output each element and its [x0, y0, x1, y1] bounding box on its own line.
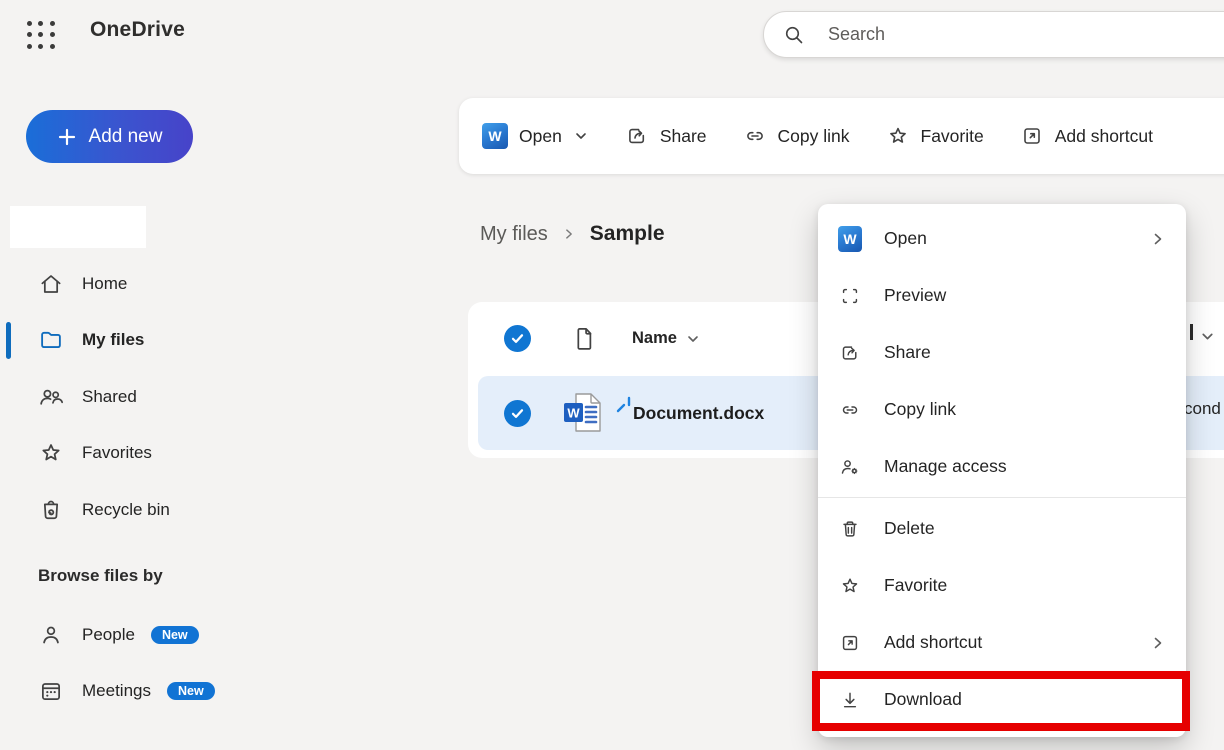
browse-files-by-heading: Browse files by: [38, 566, 163, 586]
clipped-modified-cell-fragment: cond: [1184, 399, 1221, 419]
sidebar-item-favorites[interactable]: Favorites: [0, 431, 240, 475]
word-document-icon: W: [561, 390, 607, 436]
person-icon: [38, 622, 64, 648]
share-icon: [625, 124, 649, 148]
onedrive-app-window: OneDrive Search Add new Home My files: [0, 0, 1224, 750]
add-shortcut-icon: [1020, 124, 1044, 148]
menu-item-label: Add shortcut: [884, 632, 982, 653]
delete-icon: [838, 517, 862, 541]
sidebar-item-my-files[interactable]: My files: [0, 318, 240, 362]
plus-icon: [57, 127, 77, 147]
row-selected-checkbox[interactable]: [504, 400, 531, 427]
toolbar-favorite-button[interactable]: Favorite: [886, 124, 984, 148]
context-menu-delete[interactable]: Delete: [818, 500, 1186, 557]
app-launcher-waffle-icon[interactable]: [22, 16, 60, 54]
context-menu-preview[interactable]: Preview: [818, 267, 1186, 324]
breadcrumb: My files Sample: [480, 222, 665, 246]
toolbar-favorite-label: Favorite: [921, 126, 984, 147]
menu-item-label: Preview: [884, 285, 946, 306]
toolbar-open-button[interactable]: W Open: [482, 123, 589, 149]
toolbar-open-label: Open: [519, 126, 562, 147]
sidebar-item-label: People: [82, 625, 135, 645]
menu-item-label: Favorite: [884, 575, 947, 596]
link-icon: [743, 124, 767, 148]
menu-item-label: Share: [884, 342, 931, 363]
star-icon: [38, 440, 64, 466]
document-type-column-icon: [572, 325, 598, 353]
toolbar-share-button[interactable]: Share: [625, 124, 707, 148]
breadcrumb-current-folder: Sample: [590, 222, 665, 246]
context-menu-copy-link[interactable]: Copy link: [818, 381, 1186, 438]
people-icon: [38, 384, 64, 410]
menu-item-label: Copy link: [884, 399, 956, 420]
context-menu: W Open Preview Share: [818, 204, 1186, 737]
new-badge: New: [167, 682, 215, 701]
sidebar-item-label: Home: [82, 274, 127, 294]
sidebar-item-label: Shared: [82, 387, 137, 407]
home-icon: [38, 271, 64, 297]
star-icon: [838, 574, 862, 598]
sidebar-item-home[interactable]: Home: [0, 262, 240, 306]
sidebar-item-shared[interactable]: Shared: [0, 375, 240, 419]
chevron-down-icon: [1199, 328, 1216, 345]
star-icon: [886, 124, 910, 148]
svg-text:W: W: [567, 406, 580, 421]
preview-icon: [838, 284, 862, 308]
file-name: Document.docx: [633, 403, 764, 424]
sidebar-item-meetings[interactable]: Meetings New: [0, 669, 240, 713]
manage-access-icon: [838, 455, 862, 479]
chevron-right-icon: [1150, 231, 1166, 247]
sidebar-item-people[interactable]: People New: [0, 613, 240, 657]
toolbar-add-shortcut-button[interactable]: Add shortcut: [1020, 124, 1153, 148]
chevron-down-icon: [573, 128, 589, 144]
new-badge: New: [151, 626, 199, 645]
context-menu-manage-access[interactable]: Manage access: [818, 438, 1186, 495]
toolbar-copy-link-label: Copy link: [778, 126, 850, 147]
clipped-column-header-fragment: [1190, 324, 1193, 340]
menu-divider: [818, 497, 1186, 498]
breadcrumb-my-files[interactable]: My files: [480, 223, 548, 246]
link-icon: [838, 398, 862, 422]
search-icon: [782, 23, 806, 47]
download-icon: [838, 688, 862, 712]
word-icon: W: [482, 123, 508, 149]
context-menu-favorite[interactable]: Favorite: [818, 557, 1186, 614]
menu-item-label: Manage access: [884, 456, 1007, 477]
search-placeholder: Search: [828, 24, 885, 45]
context-menu-open[interactable]: W Open: [818, 210, 1186, 267]
share-icon: [838, 341, 862, 365]
sidebar-item-label: Favorites: [82, 443, 152, 463]
menu-item-label: Delete: [884, 518, 935, 539]
context-menu-add-shortcut[interactable]: Add shortcut: [818, 614, 1186, 671]
menu-item-label: Open: [884, 228, 927, 249]
command-toolbar: W Open Share Copy link: [459, 98, 1224, 174]
toolbar-add-shortcut-label: Add shortcut: [1055, 126, 1153, 147]
add-shortcut-icon: [838, 631, 862, 655]
redacted-account-area: [10, 206, 146, 248]
folder-icon: [38, 327, 64, 353]
add-new-button[interactable]: Add new: [26, 110, 193, 163]
toolbar-copy-link-button[interactable]: Copy link: [743, 124, 850, 148]
context-menu-download[interactable]: Download: [818, 671, 1186, 728]
sidebar-item-label: Meetings: [82, 681, 151, 701]
sidebar-item-label: Recycle bin: [82, 500, 170, 520]
toolbar-share-label: Share: [660, 126, 707, 147]
context-menu-share[interactable]: Share: [818, 324, 1186, 381]
chevron-right-icon: [562, 227, 576, 241]
name-column-header[interactable]: Name: [632, 329, 677, 348]
sidebar-item-label: My files: [82, 330, 144, 350]
word-icon: W: [838, 227, 862, 251]
select-all-checkbox[interactable]: [504, 325, 531, 352]
recycle-bin-icon: [38, 497, 64, 523]
click-burst-icon: [615, 396, 635, 414]
chevron-right-icon: [1150, 635, 1166, 651]
menu-item-label: Download: [884, 689, 962, 710]
sidebar-item-recycle-bin[interactable]: Recycle bin: [0, 488, 240, 532]
search-input[interactable]: Search: [763, 11, 1224, 58]
app-title: OneDrive: [90, 18, 185, 42]
add-new-label: Add new: [89, 126, 163, 148]
calendar-icon: [38, 678, 64, 704]
chevron-down-icon: [685, 331, 701, 347]
